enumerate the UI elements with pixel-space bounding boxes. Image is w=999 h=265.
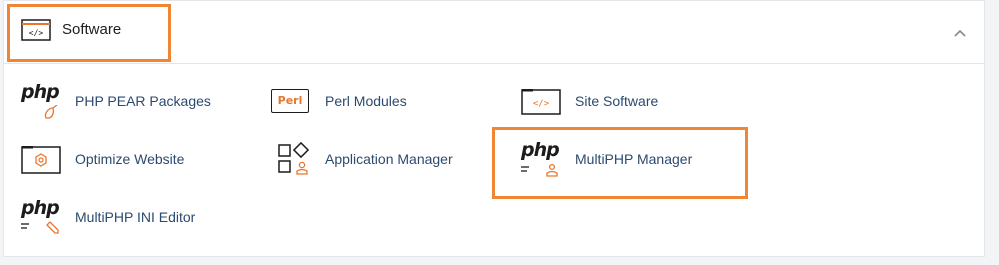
item-perl-modules[interactable]: Perl Perl Modules	[271, 81, 407, 121]
item-label: Optimize Website	[75, 151, 185, 167]
optimize-website-icon	[21, 141, 65, 177]
item-multiphp-ini-editor[interactable]: php MultiPHP INI Editor	[21, 197, 195, 237]
software-panel: </> Software php PHP PEAR Packages Perl …	[3, 0, 985, 257]
php-pear-icon: php	[21, 81, 65, 119]
chevron-up-icon[interactable]	[950, 23, 970, 43]
item-php-pear-packages[interactable]: php PHP PEAR Packages	[21, 81, 211, 121]
item-label: PHP PEAR Packages	[75, 93, 211, 109]
item-label: Application Manager	[325, 151, 453, 167]
multiphp-ini-editor-icon: php	[21, 197, 65, 235]
application-manager-icon	[271, 141, 315, 177]
panel-header[interactable]: </> Software	[4, 1, 984, 64]
item-label: Site Software	[575, 93, 659, 109]
item-multiphp-manager[interactable]: php MultiPHP Manager	[521, 139, 692, 179]
item-label: Perl Modules	[325, 93, 407, 109]
section-title: Software	[62, 21, 122, 38]
item-label: MultiPHP Manager	[575, 151, 693, 167]
item-application-manager[interactable]: Application Manager	[271, 139, 453, 179]
item-optimize-website[interactable]: Optimize Website	[21, 139, 184, 179]
item-site-software[interactable]: </> Site Software	[521, 81, 658, 121]
item-label: MultiPHP INI Editor	[75, 209, 196, 225]
svg-text:</>: </>	[29, 29, 44, 38]
perl-icon: Perl	[271, 83, 315, 119]
code-window-icon: </>	[521, 83, 565, 119]
svg-text:</>: </>	[533, 99, 550, 109]
multiphp-manager-icon: php	[521, 139, 565, 177]
code-window-icon: </>	[21, 19, 51, 46]
